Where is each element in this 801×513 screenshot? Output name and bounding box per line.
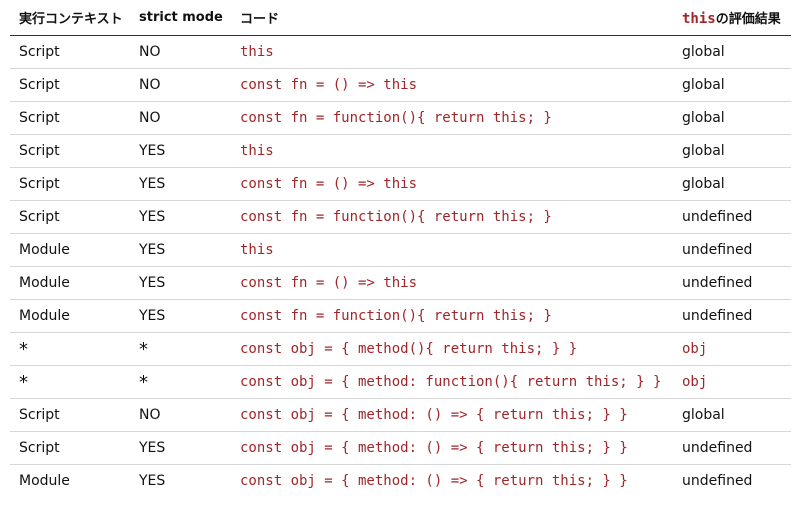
table-row: Script YES const fn = function(){ return t… [10,200,791,234]
cell-code: const fn = () => this [231,266,673,300]
header-code: コード [231,0,673,36]
cell-code: this [231,233,673,267]
cell-result: undefined [673,200,791,234]
cell-result: global [673,167,791,201]
cell-code: const obj = { method: function(){ return… [231,365,673,399]
cell-code: const fn = function(){ return this; } [231,299,673,333]
this-evaluation-table: 実行コンテキスト strict mode コード thisの評価結果 Scrip… [10,0,791,497]
cell-result: undefined [673,233,791,267]
cell-result: global [673,398,791,432]
table-row: Module YES this undefined [10,233,791,267]
cell-strict-mode: * [130,332,231,366]
cell-context: Script [10,134,130,168]
cell-strict-mode: YES [130,134,231,168]
cell-context: * [10,365,130,399]
cell-code: const obj = { method: () => { return thi… [231,398,673,432]
header-result-suffix: の評価結果 [715,12,781,27]
table-row: Script YES const fn = () => this global [10,167,791,201]
cell-context: * [10,332,130,366]
cell-strict-mode: * [130,365,231,399]
cell-result: obj [673,365,791,399]
cell-code: const obj = { method: () => { return thi… [240,473,628,489]
table-row: Script NO const obj = { method: () => { re… [10,398,791,432]
cell-context: Script [10,101,130,135]
cell-context: Script [10,68,130,102]
cell-result: undefined [673,431,791,465]
cell-result: undefined [682,473,753,489]
table-row: Module YES const fn = function(){ return t… [10,299,791,333]
cell-context: Script [10,35,130,69]
cell-code: this [231,134,673,168]
cell-context: Module [10,233,130,267]
cell-code: const fn = () => this [231,167,673,201]
table-row: Script NO const fn = () => this global [10,68,791,102]
cell-code: const fn = function(){ return this; } [231,200,673,234]
header-strict-mode: strict mode [130,0,231,36]
cell-result: obj [673,332,791,366]
cell-context: Module [10,266,130,300]
cell-code: const fn = () => this [231,68,673,102]
cell-strict-mode: YES [139,473,166,489]
cell-strict-mode: NO [130,101,231,135]
table-row: * * const obj = { method(){ return this; }… [10,332,791,366]
cell-context: Script [10,398,130,432]
cell-strict-mode: YES [130,233,231,267]
cell-strict-mode: NO [130,68,231,102]
cell-result: undefined [673,299,791,333]
cell-strict-mode: YES [130,431,231,465]
cell-code: const obj = { method: () => { return thi… [231,431,673,465]
table-row: * * const obj = { method: function(){ retu… [10,365,791,399]
header-context: 実行コンテキスト [10,0,130,36]
cell-code: const obj = { method(){ return this; } } [231,332,673,366]
cell-strict-mode: YES [130,299,231,333]
table-header-row: 実行コンテキスト strict mode コード thisの評価結果 [10,0,791,36]
cell-context: Script [10,167,130,201]
header-result-this: this [682,11,716,27]
cell-context: Script [10,431,130,465]
cell-code: const fn = function(){ return this; } [231,101,673,135]
cell-result: global [673,134,791,168]
cell-result: undefined [673,266,791,300]
table-row: Script YES const obj = { method: () => { r… [10,431,791,465]
cell-result: global [673,35,791,69]
cell-code: this [231,35,673,69]
cell-context: Module [10,299,130,333]
table-row: Module YES const obj = { method: () => { r… [10,465,791,498]
cell-strict-mode: NO [130,398,231,432]
header-result: thisの評価結果 [673,0,791,36]
cell-context: Module [19,473,70,489]
table-row: Script NO const fn = function(){ return th… [10,101,791,135]
table-row: Module YES const fn = () => this undefined [10,266,791,300]
table-row: Script YES this global [10,134,791,168]
table-row: Script NO this global [10,35,791,69]
cell-strict-mode: NO [130,35,231,69]
cell-strict-mode: YES [130,200,231,234]
cell-strict-mode: YES [130,266,231,300]
cell-result: global [673,101,791,135]
cell-strict-mode: YES [130,167,231,201]
cell-context: Script [10,200,130,234]
cell-result: global [673,68,791,102]
